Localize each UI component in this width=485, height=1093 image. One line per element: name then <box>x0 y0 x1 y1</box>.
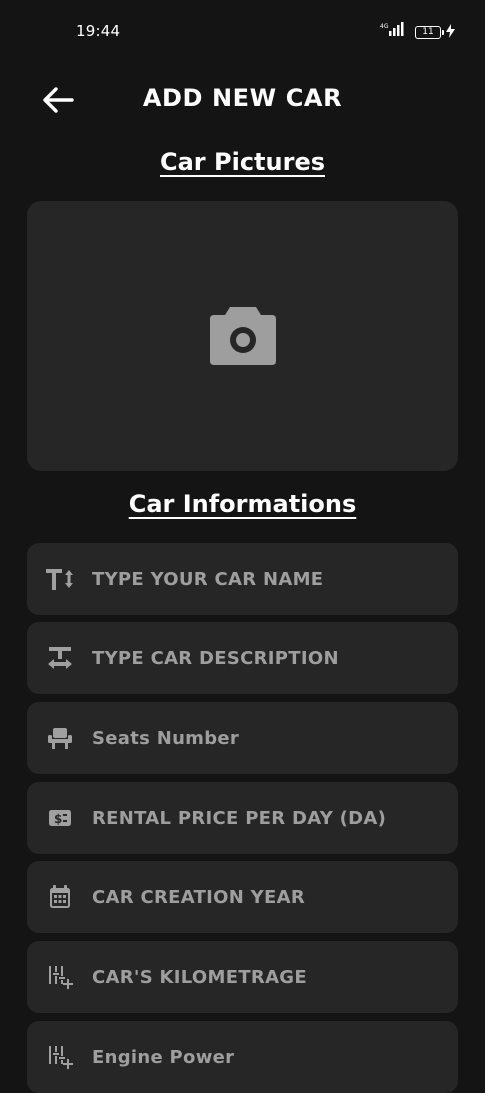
app-bar: ADD NEW CAR <box>0 70 485 130</box>
charging-icon <box>446 23 455 42</box>
car-informations-heading: Car Informations <box>128 490 357 518</box>
car-name-field[interactable]: TYPE YOUR CAR NAME <box>27 543 458 615</box>
battery-level: 11 <box>422 27 434 37</box>
text-size-icon <box>45 564 75 594</box>
seat-icon <box>45 723 75 753</box>
text-description-icon <box>45 643 75 673</box>
car-description-placeholder: TYPE CAR DESCRIPTION <box>92 647 339 669</box>
status-bar: 19:44 4G 11 <box>0 0 485 64</box>
car-pictures-heading: Car Pictures <box>160 148 325 176</box>
status-time: 19:44 <box>76 22 121 40</box>
creation-year-field[interactable]: CAR CREATION YEAR <box>27 861 458 933</box>
signal-icon: 4G <box>380 22 410 42</box>
seats-number-placeholder: Seats Number <box>92 727 240 749</box>
creation-year-placeholder: CAR CREATION YEAR <box>92 886 305 908</box>
battery-icon: 11 <box>415 25 444 39</box>
kilometrage-field[interactable]: CAR'S KILOMETRAGE <box>27 941 458 1013</box>
rental-price-placeholder: RENTAL PRICE PER DAY (DA) <box>92 807 387 829</box>
status-icons: 4G 11 <box>380 22 455 42</box>
seats-number-field[interactable]: Seats Number <box>27 702 458 774</box>
camera-icon <box>209 307 276 365</box>
money-icon: $ <box>45 803 75 833</box>
page-title: ADD NEW CAR <box>142 84 343 112</box>
engine-power-icon <box>45 1042 75 1072</box>
engine-power-field[interactable]: Engine Power <box>27 1021 458 1093</box>
car-picture-upload[interactable] <box>27 201 458 471</box>
rental-price-field[interactable]: $ RENTAL PRICE PER DAY (DA) <box>27 782 458 854</box>
engine-power-placeholder: Engine Power <box>92 1046 235 1068</box>
svg-text:$: $ <box>54 812 62 826</box>
kilometrage-icon <box>45 962 75 992</box>
car-description-field[interactable]: TYPE CAR DESCRIPTION <box>27 622 458 694</box>
kilometrage-placeholder: CAR'S KILOMETRAGE <box>92 966 307 988</box>
car-name-placeholder: TYPE YOUR CAR NAME <box>92 568 324 590</box>
calendar-icon <box>45 882 75 912</box>
network-type-label: 4G <box>380 23 389 30</box>
